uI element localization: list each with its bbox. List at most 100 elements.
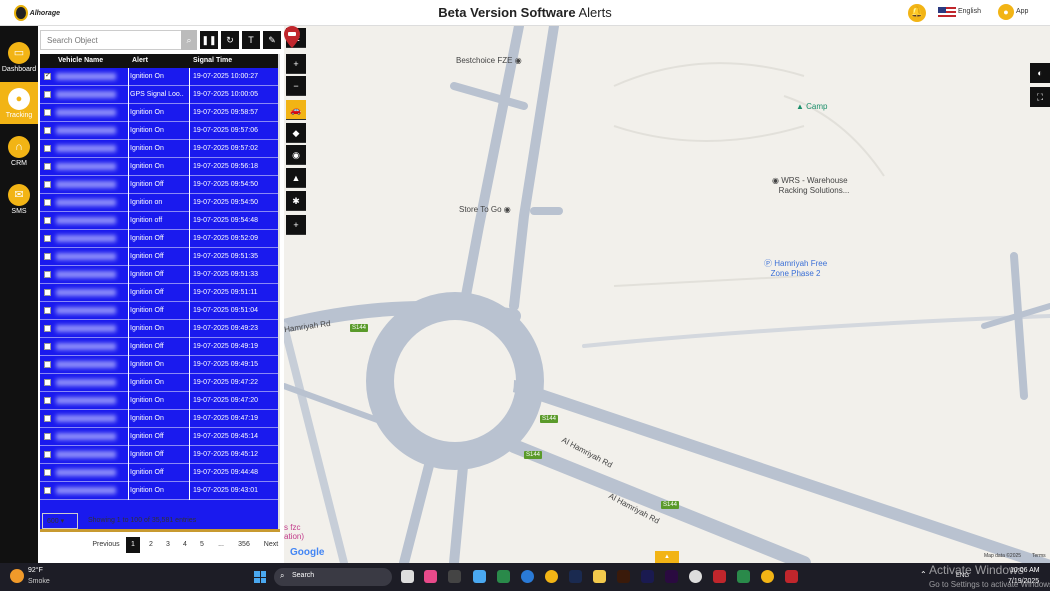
search-input[interactable] <box>40 30 182 50</box>
row-checkbox[interactable] <box>44 397 51 404</box>
page-link[interactable]: Next <box>260 537 282 553</box>
filter-button[interactable]: T <box>242 31 260 49</box>
file-explorer-icon[interactable] <box>593 570 606 583</box>
tray-overflow-icon[interactable]: ⌃ <box>920 570 927 579</box>
nav-item-sms[interactable]: ✉ SMS <box>0 178 38 220</box>
row-checkbox[interactable] <box>44 181 51 188</box>
row-checkbox[interactable] <box>44 433 51 440</box>
page-link[interactable]: 3 <box>161 537 175 553</box>
col-alert[interactable]: Alert <box>132 57 148 64</box>
row-checkbox[interactable] <box>44 289 51 296</box>
layers-icon[interactable]: ◐ <box>1030 63 1050 83</box>
search-icon[interactable]: ⌕ <box>181 30 197 50</box>
app-icon[interactable] <box>473 570 486 583</box>
row-checkbox[interactable] <box>44 361 51 368</box>
us-flag-icon[interactable] <box>938 7 956 19</box>
table-row[interactable]: Ignition On 19-07-2025 09:57:02 <box>40 140 278 158</box>
page-link[interactable]: Previous <box>90 537 122 553</box>
poi-camp[interactable]: ▲ Camp <box>796 102 828 111</box>
page-link[interactable]: 1 <box>126 537 140 553</box>
table-row[interactable]: Ignition On 19-07-2025 09:49:23 <box>40 320 278 338</box>
table-row[interactable]: Ignition Off 19-07-2025 09:44:48 <box>40 464 278 482</box>
col-vehicle-name[interactable]: Vehicle Name <box>58 57 103 64</box>
notification-bell-icon[interactable]: 🔔 <box>908 4 926 22</box>
windows-start-icon[interactable] <box>254 571 266 583</box>
row-checkbox[interactable] <box>44 109 51 116</box>
table-row[interactable]: Ignition Off 19-07-2025 09:52:09 <box>40 230 278 248</box>
refresh-button[interactable]: ↻ <box>221 31 239 49</box>
row-checkbox[interactable] <box>44 451 51 458</box>
app-icon[interactable] <box>713 570 726 583</box>
user-avatar-icon[interactable]: ● <box>998 4 1014 20</box>
table-row[interactable]: Ignition Off 19-07-2025 09:45:12 <box>40 446 278 464</box>
col-signal-time[interactable]: Signal Time <box>193 57 232 64</box>
table-row[interactable]: Ignition Off 19-07-2025 09:51:35 <box>40 248 278 266</box>
table-row[interactable]: Ignition off 19-07-2025 09:54:48 <box>40 212 278 230</box>
table-row[interactable]: Ignition Off 19-07-2025 09:49:19 <box>40 338 278 356</box>
row-checkbox[interactable] <box>44 487 51 494</box>
page-link[interactable]: 4 <box>178 537 192 553</box>
chrome-icon[interactable] <box>761 570 774 583</box>
taskbar-search[interactable]: ⌕ Search <box>274 568 392 586</box>
illustrator-icon[interactable] <box>617 570 630 583</box>
car-icon[interactable]: 🚗 <box>286 100 306 120</box>
table-row[interactable]: Ignition On 19-07-2025 10:00:27 <box>40 68 278 86</box>
app-icon[interactable] <box>737 570 750 583</box>
app-icon[interactable] <box>497 570 510 583</box>
row-checkbox[interactable] <box>44 379 51 386</box>
after-effects-icon[interactable] <box>641 570 654 583</box>
pause-button[interactable]: ❚❚ <box>200 31 218 49</box>
row-checkbox[interactable] <box>44 469 51 476</box>
zoom-in-button[interactable]: + <box>286 54 306 74</box>
table-row[interactable]: Ignition On 19-07-2025 09:47:20 <box>40 392 278 410</box>
terms-link[interactable]: Terms <box>1032 553 1046 559</box>
table-row[interactable]: Ignition Off 19-07-2025 09:45:14 <box>40 428 278 446</box>
page-link[interactable]: ... <box>214 537 228 553</box>
table-row[interactable]: Ignition On 19-07-2025 09:56:18 <box>40 158 278 176</box>
table-row[interactable]: GPS Signal Loo.. 19-07-2025 10:00:05 <box>40 86 278 104</box>
row-checkbox[interactable] <box>44 271 51 278</box>
chrome-icon[interactable] <box>545 570 558 583</box>
nav-item-crm[interactable]: ∩ CRM <box>0 130 38 172</box>
road-icon[interactable]: ▲ <box>286 168 306 188</box>
row-checkbox[interactable] <box>44 253 51 260</box>
gear-icon[interactable]: ✱ <box>286 191 306 211</box>
row-checkbox[interactable] <box>44 91 51 98</box>
poi-bestchoice[interactable]: Bestchoice FZE ◉ <box>456 56 522 65</box>
row-checkbox[interactable] <box>44 163 51 170</box>
row-checkbox[interactable] <box>44 343 51 350</box>
zoom-out-button[interactable]: − <box>286 76 306 96</box>
table-row[interactable]: Ignition Off 19-07-2025 09:51:11 <box>40 284 278 302</box>
app-icon[interactable] <box>785 570 798 583</box>
row-checkbox[interactable] <box>44 127 51 134</box>
app-icon[interactable] <box>689 570 702 583</box>
fullscreen-icon[interactable]: ⛶ <box>1030 87 1050 107</box>
table-row[interactable]: Ignition On 19-07-2025 09:58:57 <box>40 104 278 122</box>
page-size-select[interactable]: 600 ▾ <box>42 513 78 529</box>
row-checkbox[interactable] <box>44 235 51 242</box>
collapse-panel-button[interactable]: ▲ <box>655 551 679 563</box>
table-row[interactable]: Ignition On 19-07-2025 09:47:19 <box>40 410 278 428</box>
user-menu[interactable]: App <box>1016 8 1028 15</box>
premiere-icon[interactable] <box>665 570 678 583</box>
weather-icon[interactable] <box>10 569 24 583</box>
row-checkbox[interactable] <box>44 325 51 332</box>
page-link[interactable]: 356 <box>234 537 254 553</box>
edge-icon[interactable] <box>521 570 534 583</box>
table-row[interactable]: Ignition Off 19-07-2025 09:54:50 <box>40 176 278 194</box>
table-row[interactable]: Ignition On 19-07-2025 09:49:15 <box>40 356 278 374</box>
row-checkbox[interactable] <box>44 217 51 224</box>
row-checkbox[interactable] <box>44 71 51 80</box>
app-icon[interactable] <box>448 570 461 583</box>
table-row[interactable]: Ignition On 19-07-2025 09:57:06 <box>40 122 278 140</box>
tag-icon[interactable]: ◆ <box>286 123 306 143</box>
table-row[interactable]: Ignition On 19-07-2025 09:47:22 <box>40 374 278 392</box>
row-checkbox[interactable] <box>44 145 51 152</box>
nav-item-tracking[interactable]: ● Tracking <box>0 82 38 124</box>
photoshop-icon[interactable] <box>569 570 582 583</box>
row-checkbox[interactable] <box>44 415 51 422</box>
table-scroll-bar[interactable] <box>40 529 280 532</box>
copilot-icon[interactable] <box>424 570 437 583</box>
table-row[interactable]: Ignition Off 19-07-2025 09:51:33 <box>40 266 278 284</box>
poi-hamriyah-zone[interactable]: Ⓟ Hamriyah Free Zone Phase 2 <box>764 259 827 279</box>
